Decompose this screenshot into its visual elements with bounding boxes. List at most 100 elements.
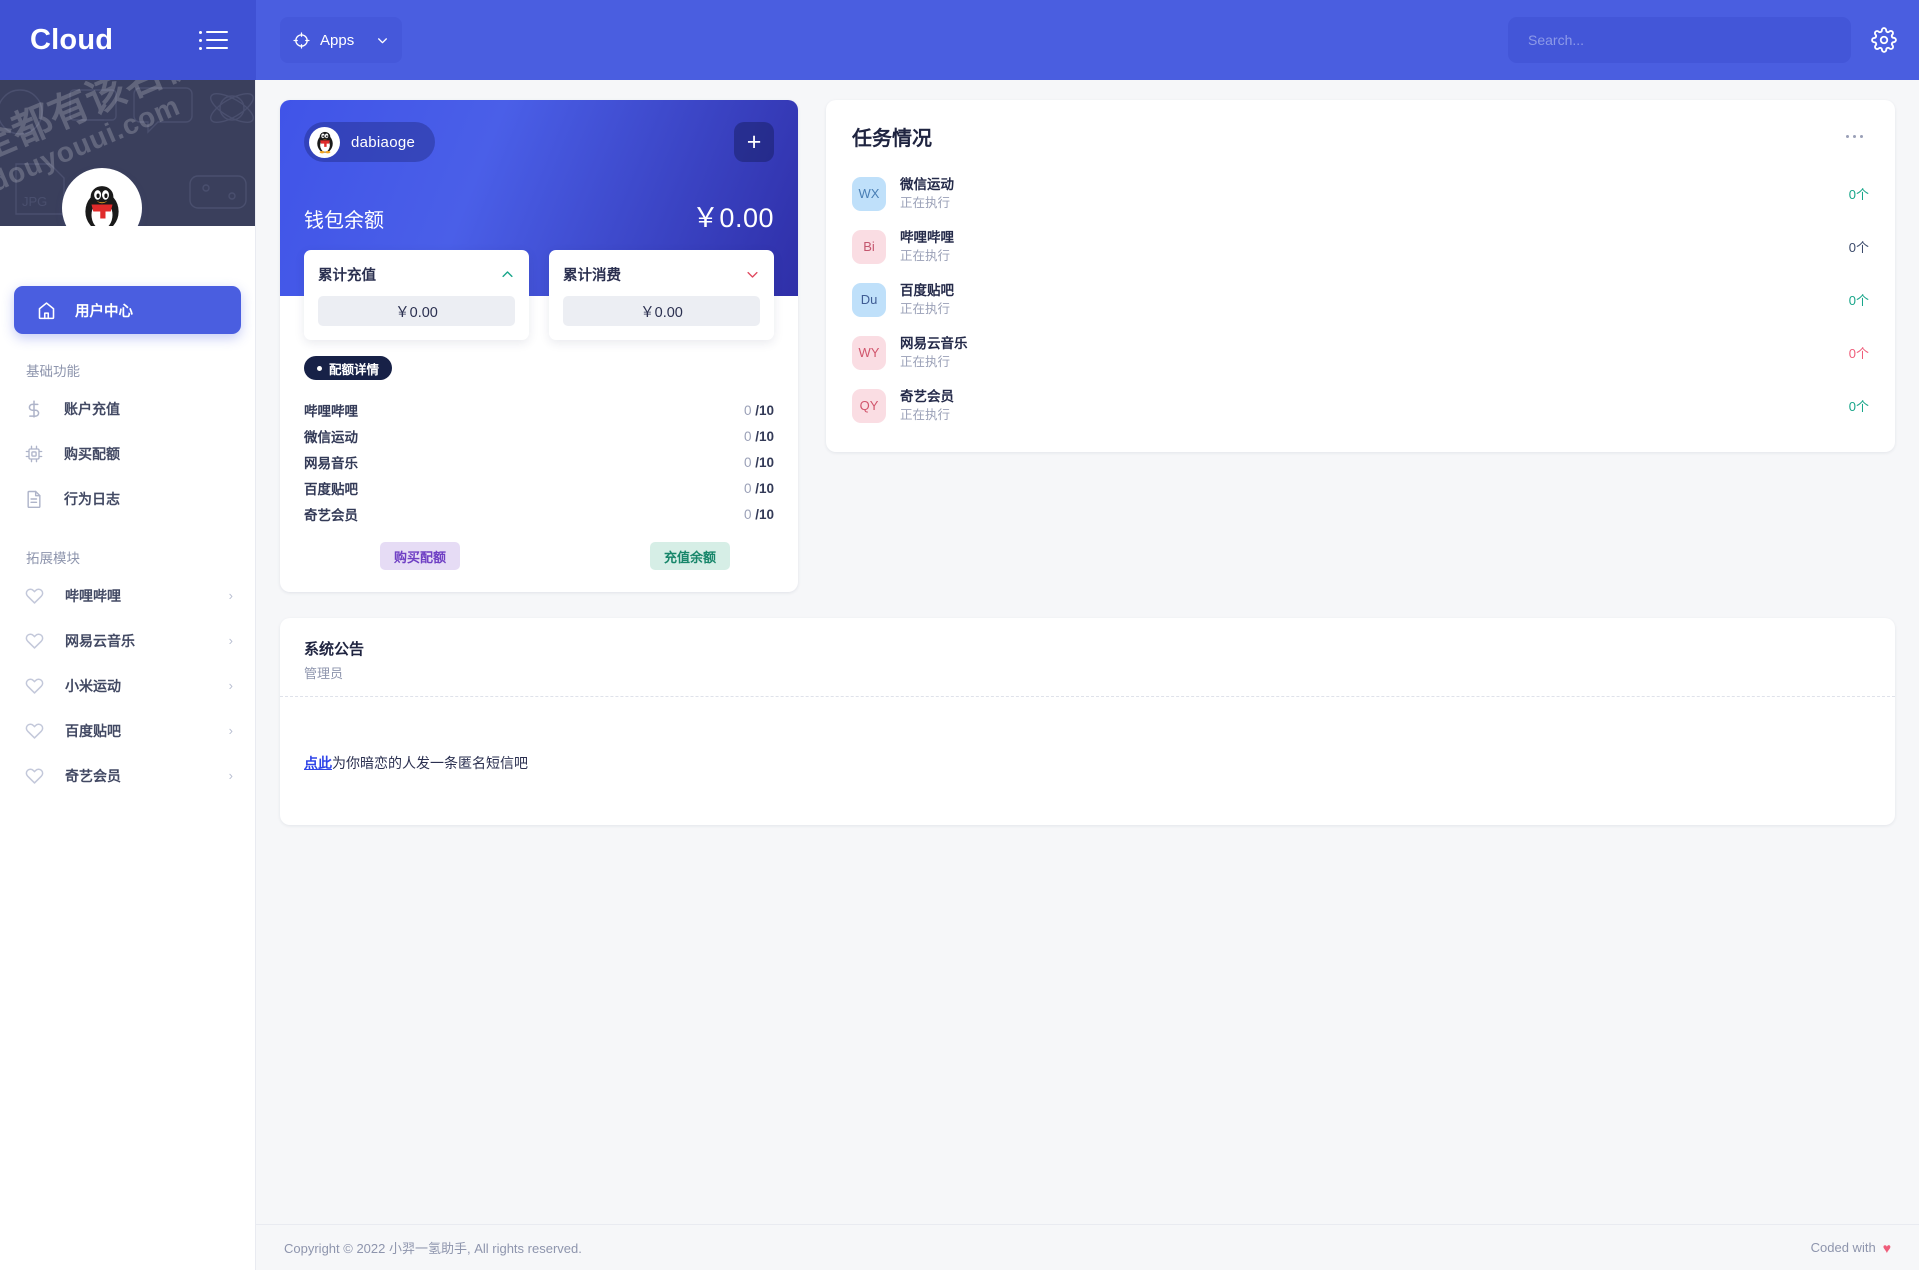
task-status: 正在执行: [900, 406, 954, 424]
apps-dropdown-button[interactable]: Apps: [280, 17, 402, 63]
table-row[interactable]: WY 网易云音乐 正在执行 0个: [852, 326, 1869, 379]
sidebar-item-baidu-tieba[interactable]: 百度贴吧 ›: [0, 708, 255, 753]
stat-title: 累计消费: [563, 264, 621, 285]
avatar: Bi: [852, 230, 886, 264]
avatar: QY: [852, 389, 886, 423]
task-meta: 微信运动 正在执行: [900, 175, 954, 213]
task-name: 百度贴吧: [900, 281, 954, 301]
sidebar-item-label: 账户充值: [64, 399, 120, 419]
table-row[interactable]: WX 微信运动 正在执行 0个: [852, 167, 1869, 220]
announcement-body-text: 为你暗恋的人发一条匿名短信吧: [332, 755, 528, 771]
task-status: 正在执行: [900, 300, 954, 318]
task-count-value: 0个: [1849, 290, 1869, 309]
sidebar-hero: JPG 全都有该名优源网 douyouui.com: [0, 80, 255, 226]
brand-title: Cloud: [30, 24, 113, 57]
chevron-right-icon: ›: [229, 633, 233, 648]
sidebar-item-bilibili[interactable]: 哔哩哔哩 ›: [0, 573, 255, 618]
task-status: 正在执行: [900, 247, 954, 265]
main-content: dabiaoge + 钱包余额 ￥0.00 累计充值: [256, 80, 1919, 1270]
task-list: WX 微信运动 正在执行 0个 Bi: [826, 157, 1895, 452]
sidebar-item-label: 用户中心: [75, 300, 133, 321]
quota-total: /10: [755, 507, 774, 522]
sidebar-item-label: 购买配额: [64, 444, 120, 464]
task-name: 网易云音乐: [900, 334, 968, 354]
sidebar-item-action-log[interactable]: 行为日志: [0, 476, 255, 521]
task-meta: 哔哩哔哩 正在执行: [900, 228, 954, 266]
gear-icon[interactable]: [1871, 27, 1897, 53]
heart-icon: [24, 675, 45, 696]
sidebar-item-netease-music[interactable]: 网易云音乐 ›: [0, 618, 255, 663]
content-grid: dabiaoge + 钱包余额 ￥0.00 累计充值: [256, 80, 1919, 592]
stat-card-total-spend: 累计消费 ￥0.00: [549, 250, 774, 340]
task-status: 正在执行: [900, 353, 968, 371]
sidebar-item-buy-quota[interactable]: 购买配额: [0, 431, 255, 476]
wallet-stats: 累计充值 ￥0.00 累计消费: [280, 250, 798, 340]
quota-row: 百度贴吧 0 /10: [304, 478, 774, 498]
quota-used: 0: [744, 455, 752, 470]
home-icon: [36, 300, 57, 321]
task-count-value: 0个: [1849, 396, 1869, 415]
task-name: 奇艺会员: [900, 387, 954, 407]
task-count: 0个: [1849, 343, 1869, 362]
wallet-balance-label: 钱包余额: [304, 204, 384, 233]
task-count: 0个: [1849, 396, 1869, 415]
sidebar-section-title-modules: 拓展模块: [26, 547, 255, 567]
task-count-value: 0个: [1849, 184, 1869, 203]
search-input[interactable]: [1508, 17, 1851, 63]
chevron-right-icon: ›: [229, 588, 233, 603]
chip-icon: [24, 444, 44, 464]
quota-detail-badge: 配额详情: [304, 356, 392, 380]
avatar-initials: QY: [860, 398, 879, 413]
quota-row: 哔哩哔哩 0 /10: [304, 400, 774, 420]
sidebar-item-xiaomi-sport[interactable]: 小米运动 ›: [0, 663, 255, 708]
task-name: 微信运动: [900, 175, 954, 195]
sidebar-item-iqiyi-vip[interactable]: 奇艺会员 ›: [0, 753, 255, 798]
sidebar-item-label: 行为日志: [64, 489, 120, 509]
task-status: 正在执行: [900, 194, 954, 212]
quota-row: 微信运动 0 /10: [304, 426, 774, 446]
stat-title: 累计充值: [318, 264, 376, 285]
footer: Copyright © 2022 小羿一氢助手, All rights rese…: [256, 1224, 1919, 1270]
table-row[interactable]: QY 奇艺会员 正在执行 0个: [852, 379, 1869, 432]
add-button[interactable]: +: [734, 122, 774, 162]
quota-name: 哔哩哔哩: [304, 400, 358, 420]
task-name: 哔哩哔哩: [900, 228, 954, 248]
announcement-body: 点此为你暗恋的人发一条匿名短信吧: [280, 697, 1895, 825]
chevron-right-icon: ›: [229, 678, 233, 693]
sidebar-item-user-center[interactable]: 用户中心: [14, 286, 241, 334]
quota-badge-label: 配额详情: [329, 359, 379, 378]
quota-used: 0: [744, 507, 752, 522]
table-row[interactable]: Bi 哔哩哔哩 正在执行 0个: [852, 220, 1869, 273]
stat-card-total-recharge: 累计充值 ￥0.00: [304, 250, 529, 340]
document-icon: [24, 489, 44, 509]
list-menu-icon[interactable]: [199, 31, 228, 50]
sidebar-item-account-recharge[interactable]: 账户充值: [0, 386, 255, 431]
buy-quota-button[interactable]: 购买配额: [380, 542, 460, 570]
announcement-section: 系统公告 管理员 点此为你暗恋的人发一条匿名短信吧: [280, 618, 1895, 825]
user-chip[interactable]: dabiaoge: [304, 122, 435, 162]
announcement-link[interactable]: 点此: [304, 755, 332, 771]
quota-row: 网易音乐 0 /10: [304, 452, 774, 472]
username-label: dabiaoge: [351, 134, 415, 151]
heart-icon: [24, 765, 45, 786]
quota-total: /10: [755, 455, 774, 470]
sidebar-item-label: 网易云音乐: [65, 631, 135, 651]
target-icon: [293, 32, 310, 49]
navbar-right: [1508, 17, 1919, 63]
sidebar: JPG 全都有该名优源网 douyouui.com: [0, 80, 256, 1270]
task-meta: 网易云音乐 正在执行: [900, 334, 968, 372]
qq-penguin-avatar: [309, 127, 340, 158]
svg-text:JPG: JPG: [22, 194, 47, 209]
heart-icon: [24, 630, 45, 651]
task-count-value: 0个: [1849, 237, 1869, 256]
quota-name: 百度贴吧: [304, 478, 358, 498]
table-row[interactable]: Du 百度贴吧 正在执行 0个: [852, 273, 1869, 326]
apps-label: Apps: [320, 32, 366, 49]
sidebar-item-label: 奇艺会员: [65, 766, 121, 786]
quota-row: 奇艺会员 0 /10: [304, 504, 774, 524]
announcement-panel: 系统公告 管理员 点此为你暗恋的人发一条匿名短信吧: [280, 618, 1895, 825]
brand-zone: Cloud: [0, 0, 256, 80]
recharge-balance-button[interactable]: 充值余额: [650, 542, 730, 570]
more-horizontal-icon[interactable]: [1840, 129, 1870, 145]
quota-total: /10: [755, 403, 774, 418]
